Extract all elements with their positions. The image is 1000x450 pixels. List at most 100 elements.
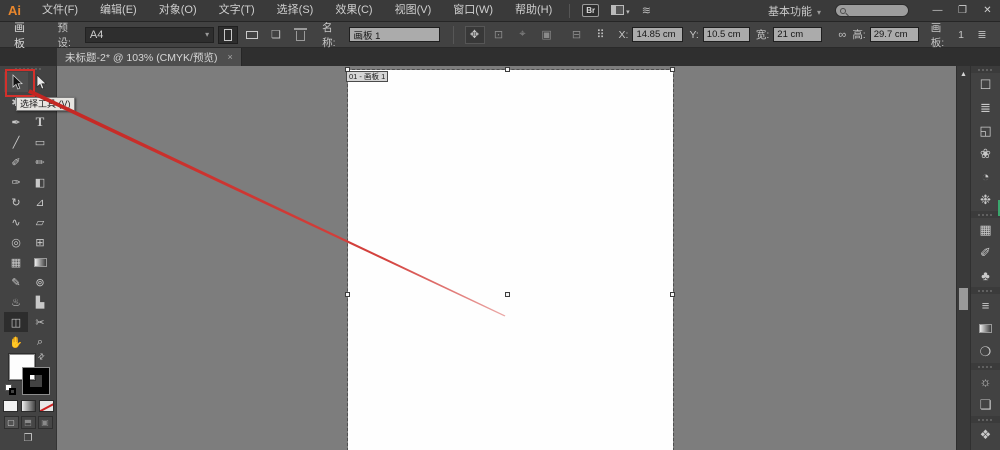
scrollbar-thumb[interactable] [959,288,968,310]
tool-perspective-grid-button[interactable]: ⊞ [28,232,52,252]
dock-group-grip[interactable] [971,211,1000,218]
arrange-documents-icon[interactable]: ▾ [611,5,630,17]
tool-hand-button[interactable]: ✋ [4,332,28,352]
artboard-handle-top-left[interactable] [345,67,350,72]
default-fill-stroke-icon[interactable] [5,384,16,395]
height-input[interactable]: 29.7 cm [870,27,919,42]
crosshair-toggle[interactable]: ⌖ [513,26,533,44]
menu-item-help[interactable]: 帮助(H) [504,0,563,21]
color-guide-panel-button[interactable]: ◔ [971,165,1000,188]
artboard-name-tag[interactable]: 01 - 画板 1 [346,71,388,82]
tool-width-button[interactable]: ∿ [4,212,28,232]
tool-scale-button[interactable]: ⊿ [28,192,52,212]
artboard-handle-mid-left[interactable] [345,292,350,297]
tool-symbol-sprayer-button[interactable]: ♨ [4,292,28,312]
stroke-swatch[interactable] [23,368,49,394]
artboard-handle-center[interactable] [505,292,510,297]
layers-panel-button[interactable]: ❖ [971,423,1000,446]
video-ruler-toggle[interactable]: ⊟ [567,26,587,44]
bridge-button[interactable]: Br [582,4,599,17]
tool-rectangle-button[interactable]: ▭ [28,132,52,152]
tool-type-button[interactable]: T [28,112,52,132]
menu-item-window[interactable]: 窗口(W) [442,0,504,21]
menu-item-object[interactable]: 对象(O) [148,0,208,21]
dock-group-grip[interactable] [971,416,1000,423]
tool-paintbrush-button[interactable]: ✐ [4,152,28,172]
swap-fill-stroke-icon[interactable]: ⇄ [36,351,47,362]
tool-slice-button[interactable]: ✂ [28,312,52,332]
pathfinder-panel-button[interactable]: ◱ [971,119,1000,142]
artboard-handle-top-center[interactable] [505,67,510,72]
menu-item-effect[interactable]: 效果(C) [324,0,383,21]
color-button[interactable] [3,400,18,412]
appearance-panel-button[interactable]: ☼ [971,370,1000,393]
document-tab[interactable]: 未标题-2* @ 103% (CMYK/预览) × [57,48,242,66]
symbols-panel-button[interactable]: ♣ [971,264,1000,287]
rearrange-artboards-button[interactable]: ⠿ [591,26,611,44]
vertical-scrollbar[interactable]: ▲ [956,66,970,450]
screen-mode-button[interactable]: ❐ [24,433,33,444]
kuler-panel-button[interactable]: ❉ [971,188,1000,211]
center-mark-toggle[interactable]: ⊡ [489,26,509,44]
menu-item-edit[interactable]: 编辑(E) [89,0,148,21]
preset-select[interactable]: A4 ▾ [85,27,214,43]
landscape-button[interactable] [242,26,262,44]
cs-live-icon[interactable]: ≋ [642,4,651,17]
graphic-styles-panel-button[interactable]: ❏ [971,393,1000,416]
menu-item-file[interactable]: 文件(F) [31,0,89,21]
tool-artboard-button[interactable]: ◫ [4,312,28,332]
canvas[interactable]: 01 - 画板 1 [57,66,956,450]
tool-eyedropper-button[interactable]: ✎ [4,272,28,292]
tool-shape-builder-button[interactable]: ◎ [4,232,28,252]
tool-column-graph-button[interactable]: ▙ [28,292,52,312]
artboards-panel-button[interactable]: ▣ [971,446,1000,450]
restore-button[interactable]: ❐ [950,0,975,21]
align-panel-button[interactable]: ≣ [971,96,1000,119]
tool-selection-button[interactable] [4,72,28,92]
search-input[interactable] [835,4,909,17]
tool-mesh-button[interactable]: ▦ [4,252,28,272]
brushes-panel-button[interactable]: ✐ [971,241,1000,264]
tool-line-segment-button[interactable]: ╱ [4,132,28,152]
artboard-handle-mid-right[interactable] [670,292,675,297]
transform-panel-button[interactable]: ☐ [971,73,1000,96]
tool-rotate-button[interactable]: ↻ [4,192,28,212]
draw-inside-button[interactable]: ▣ [38,416,53,429]
minimize-button[interactable]: — [925,0,950,21]
close-button[interactable]: ✕ [975,0,1000,21]
delete-artboard-button[interactable] [290,26,310,44]
tool-eraser-button[interactable]: ◧ [28,172,52,192]
menu-item-select[interactable]: 选择(S) [266,0,325,21]
y-input[interactable]: 10.5 cm [703,27,750,42]
tool-free-transform-button[interactable]: ▱ [28,212,52,232]
video-safe-toggle[interactable]: ▣ [537,26,557,44]
tool-pen-button[interactable]: ✒ [4,112,28,132]
tool-direct-selection-button[interactable] [28,72,52,92]
gradient-panel-button[interactable] [971,317,1000,340]
dock-group-grip[interactable] [971,287,1000,294]
tab-close-icon[interactable]: × [227,52,232,62]
new-artboard-button[interactable]: ❏ [266,26,286,44]
panel-menu-button[interactable]: ≣ [972,26,992,44]
tool-gradient-button[interactable] [28,252,52,272]
draw-behind-button[interactable]: ⬒ [21,416,36,429]
constrain-proportions-toggle[interactable]: ∞ [832,26,852,44]
color-panel-button[interactable]: ❀ [971,142,1000,165]
none-button[interactable] [39,400,54,412]
dock-group-grip[interactable] [971,363,1000,370]
menu-item-view[interactable]: 视图(V) [384,0,443,21]
artboard-name-input[interactable]: 画板 1 [349,27,439,42]
width-input[interactable]: 21 cm [773,27,822,42]
tool-blend-button[interactable]: ⊚ [28,272,52,292]
draw-normal-button[interactable]: ▢ [4,416,19,429]
artboard[interactable] [348,70,673,450]
portrait-button[interactable] [218,26,238,44]
move-artwork-button[interactable]: ✥ [465,26,485,44]
scroll-up-icon[interactable]: ▲ [957,71,970,78]
gradient-button[interactable] [21,400,36,412]
transparency-panel-button[interactable]: ❍ [971,340,1000,363]
dock-group-grip[interactable] [971,66,1000,73]
artboard-handle-top-right[interactable] [670,67,675,72]
stroke-panel-button[interactable]: ≡ [971,294,1000,317]
tool-zoom-button[interactable]: ⌕ [28,332,52,352]
